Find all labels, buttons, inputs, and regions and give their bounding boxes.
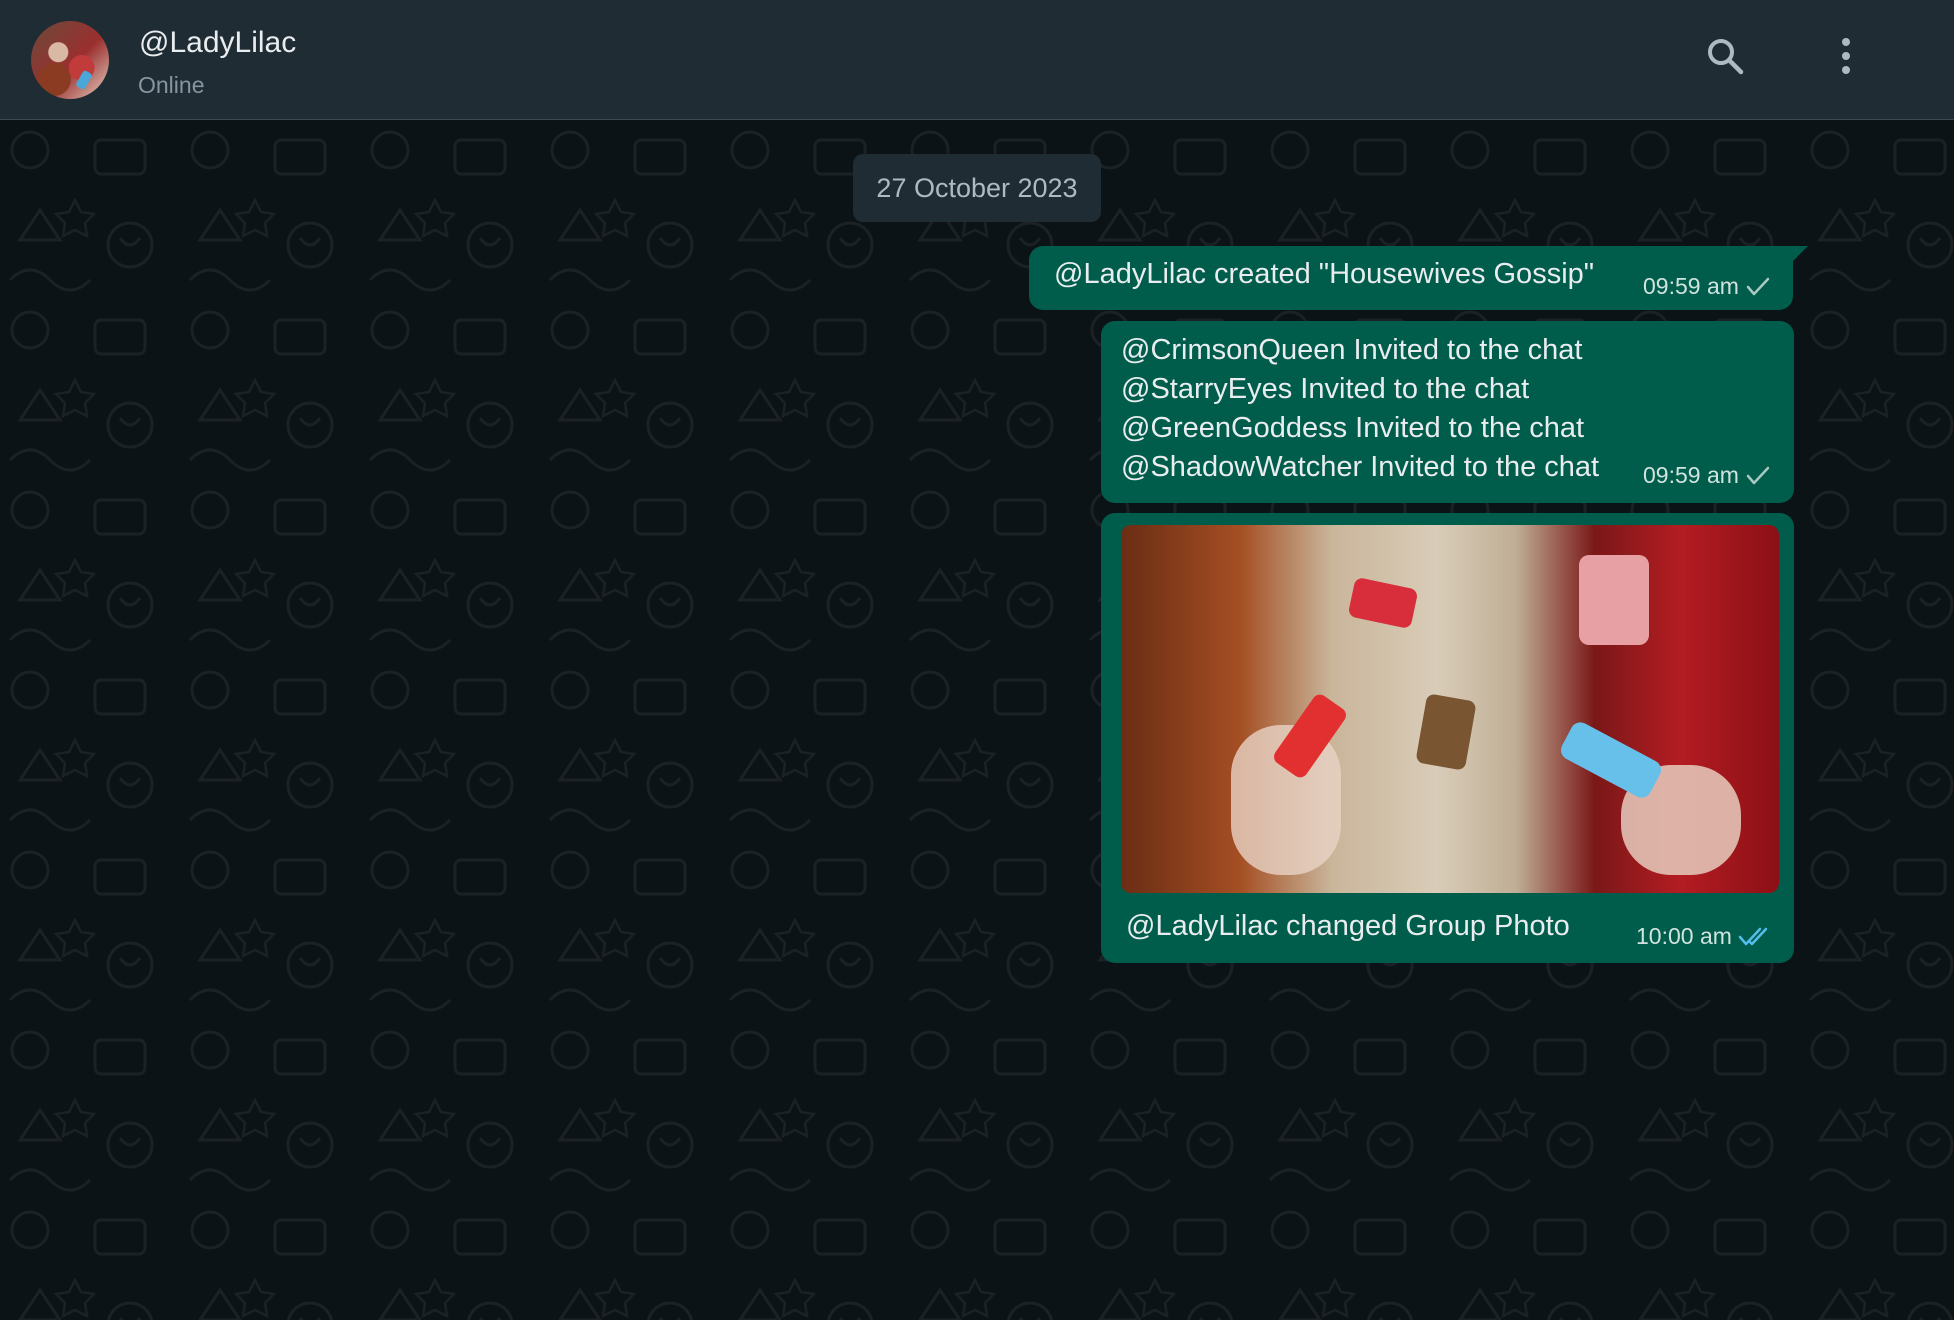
photo-detail — [1579, 555, 1649, 645]
chat-window: @LadyLilac Online 27 October 2023 @LadyL… — [0, 0, 1954, 1320]
date-separator: 27 October 2023 — [853, 154, 1101, 222]
message-bubble[interactable]: @LadyLilac created "Housewives Gossip" 0… — [1029, 246, 1793, 310]
message-meta: 09:59 am — [1643, 273, 1771, 300]
bubble-tail — [1790, 246, 1808, 264]
photo-detail — [1557, 718, 1665, 802]
search-icon — [1708, 39, 1744, 75]
message-meta: 10:00 am — [1636, 923, 1772, 950]
message-meta: 09:59 am — [1643, 462, 1771, 489]
message-caption: @LadyLilac changed Group Photo — [1126, 910, 1570, 942]
single-check-icon — [1746, 277, 1770, 295]
avatar[interactable] — [31, 21, 109, 99]
message-bubble[interactable]: @LadyLilac changed Group Photo 10:00 am — [1101, 513, 1794, 963]
double-check-icon — [1738, 927, 1768, 945]
message-bubble[interactable]: @CrimsonQueen Invited to the chat @Starr… — [1101, 321, 1794, 503]
invite-line: @CrimsonQueen Invited to the chat — [1121, 334, 1583, 366]
search-button[interactable] — [1697, 28, 1753, 84]
message-time: 09:59 am — [1643, 462, 1739, 488]
invite-line: @GreenGoddess Invited to the chat — [1121, 412, 1585, 444]
contact-name[interactable]: @LadyLilac — [139, 25, 296, 61]
contact-status: Online — [138, 72, 205, 98]
invite-line: @StarryEyes Invited to the chat — [1121, 373, 1530, 405]
message-time: 09:59 am — [1643, 273, 1739, 299]
menu-button[interactable] — [1818, 28, 1874, 84]
photo-detail — [1347, 576, 1419, 630]
more-vertical-icon — [1842, 38, 1850, 74]
message-time: 10:00 am — [1636, 923, 1732, 949]
group-photo-image[interactable] — [1121, 525, 1779, 893]
chat-header: @LadyLilac Online — [0, 0, 1954, 120]
avatar-photo-detail — [75, 69, 93, 91]
photo-detail — [1415, 693, 1477, 771]
message-area[interactable]: 27 October 2023 @LadyLilac created "Hous… — [0, 120, 1954, 1320]
message-text: @CrimsonQueen Invited to the chat @Starr… — [1121, 331, 1599, 487]
invite-line: @ShadowWatcher Invited to the chat — [1121, 451, 1600, 483]
single-check-icon — [1746, 466, 1770, 484]
message-text: @LadyLilac created "Housewives Gossip" — [1054, 258, 1595, 290]
